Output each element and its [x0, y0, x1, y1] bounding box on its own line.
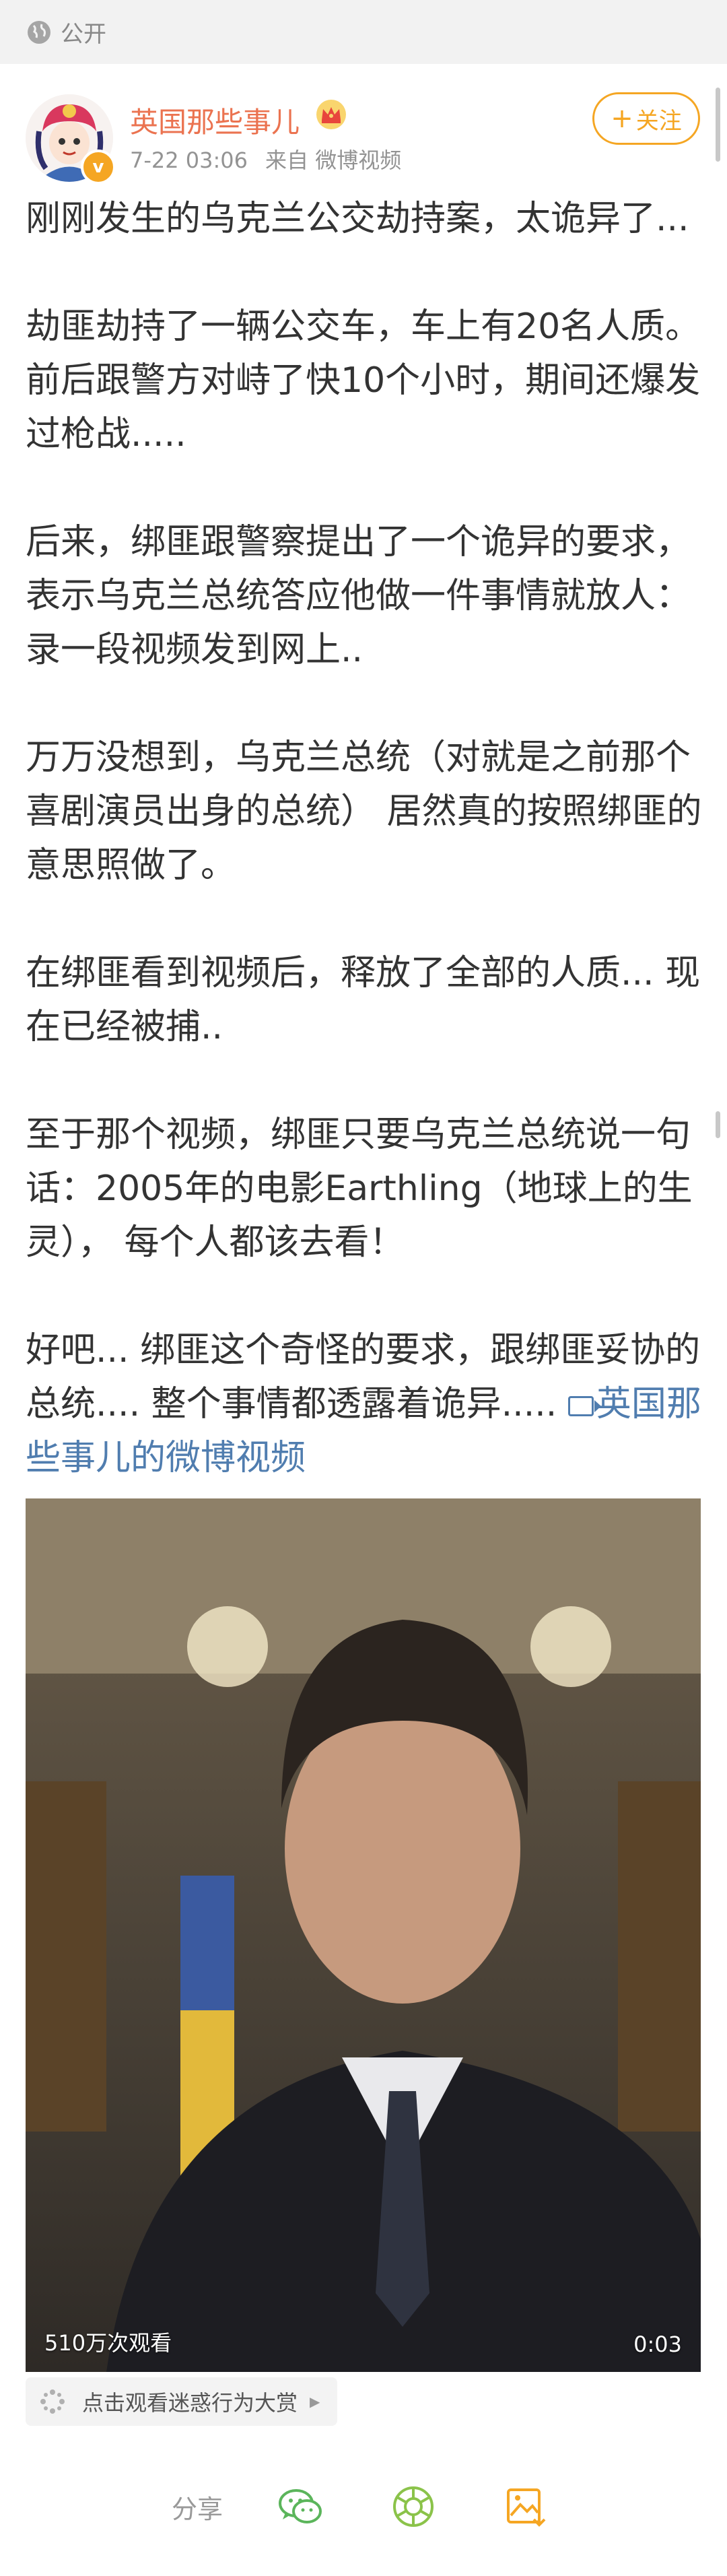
post-paragraph: 刚刚发生的乌克兰公交劫持案，太诡异了...	[26, 199, 689, 239]
visibility-label: 公开	[61, 21, 106, 48]
visibility-bar: 公开	[0, 0, 727, 64]
author-name[interactable]: 英国那些事儿	[130, 100, 300, 141]
video-link-icon	[567, 1396, 601, 1416]
post-source[interactable]: 来自 微博视频	[265, 147, 401, 173]
scrollbar-thumb[interactable]	[716, 88, 720, 162]
globe-icon	[28, 20, 50, 44]
post-paragraph: 在绑匪看到视频后，释放了全部的人质... 现在已经被捕..	[26, 953, 701, 1047]
chevron-right-icon: ▶	[310, 2393, 320, 2410]
post-time: 7-22 03:06	[130, 147, 248, 173]
wechat-icon[interactable]	[276, 2482, 326, 2532]
share-bar: 分享	[0, 2468, 727, 2542]
topic-tag-label: 点击观看迷惑行为大赏	[82, 2390, 298, 2416]
post-paragraph: 劫匪劫持了一辆公交车，车上有20名人质。 前后跟警方对峙了快10个小时，期间还爆…	[26, 306, 701, 455]
save-image-icon[interactable]	[501, 2482, 551, 2532]
plus-icon: +	[611, 103, 633, 134]
verified-badge: v	[81, 150, 116, 185]
video-thumbnail	[26, 1498, 701, 2372]
post-paragraph-last: 好吧... 绑匪这个奇怪的要求，跟绑匪妥协的总统.... 整个事情都透露着诡异.…	[26, 1323, 705, 1485]
sparkle-icon	[40, 2389, 65, 2414]
crown-icon	[316, 100, 346, 129]
post-paragraph: 至于那个视频，绑匪只要乌克兰总统说一句话：2005年的电影Earthling（地…	[26, 1115, 693, 1263]
scrollbar-marker	[716, 1111, 720, 1138]
post-meta: 7-22 03:06 来自 微博视频	[130, 143, 401, 174]
video-views: 510万次观看	[44, 2330, 172, 2356]
moments-icon[interactable]	[388, 2482, 438, 2532]
post-paragraph: 万万没想到，乌克兰总统（对就是之前那个喜剧演员出身的总统） 居然真的按照绑匪的意…	[26, 737, 702, 886]
share-label: 分享	[172, 2495, 223, 2524]
follow-label: 关注	[635, 107, 682, 135]
video-player[interactable]: 510万次观看 0:03	[26, 1498, 701, 2372]
video-duration: 0:03	[633, 2332, 682, 2357]
post-content: 刚刚发生的乌克兰公交劫持案，太诡异了... 劫匪劫持了一辆公交车，车上有20名人…	[26, 192, 705, 1485]
topic-tag[interactable]: 点击观看迷惑行为大赏 ▶	[26, 2377, 338, 2426]
post-paragraph: 后来，绑匪跟警察提出了一个诡异的要求，表示乌克兰总统答应他做一件事情就放人： 录…	[26, 522, 691, 670]
follow-button[interactable]: + 关注	[592, 92, 700, 145]
